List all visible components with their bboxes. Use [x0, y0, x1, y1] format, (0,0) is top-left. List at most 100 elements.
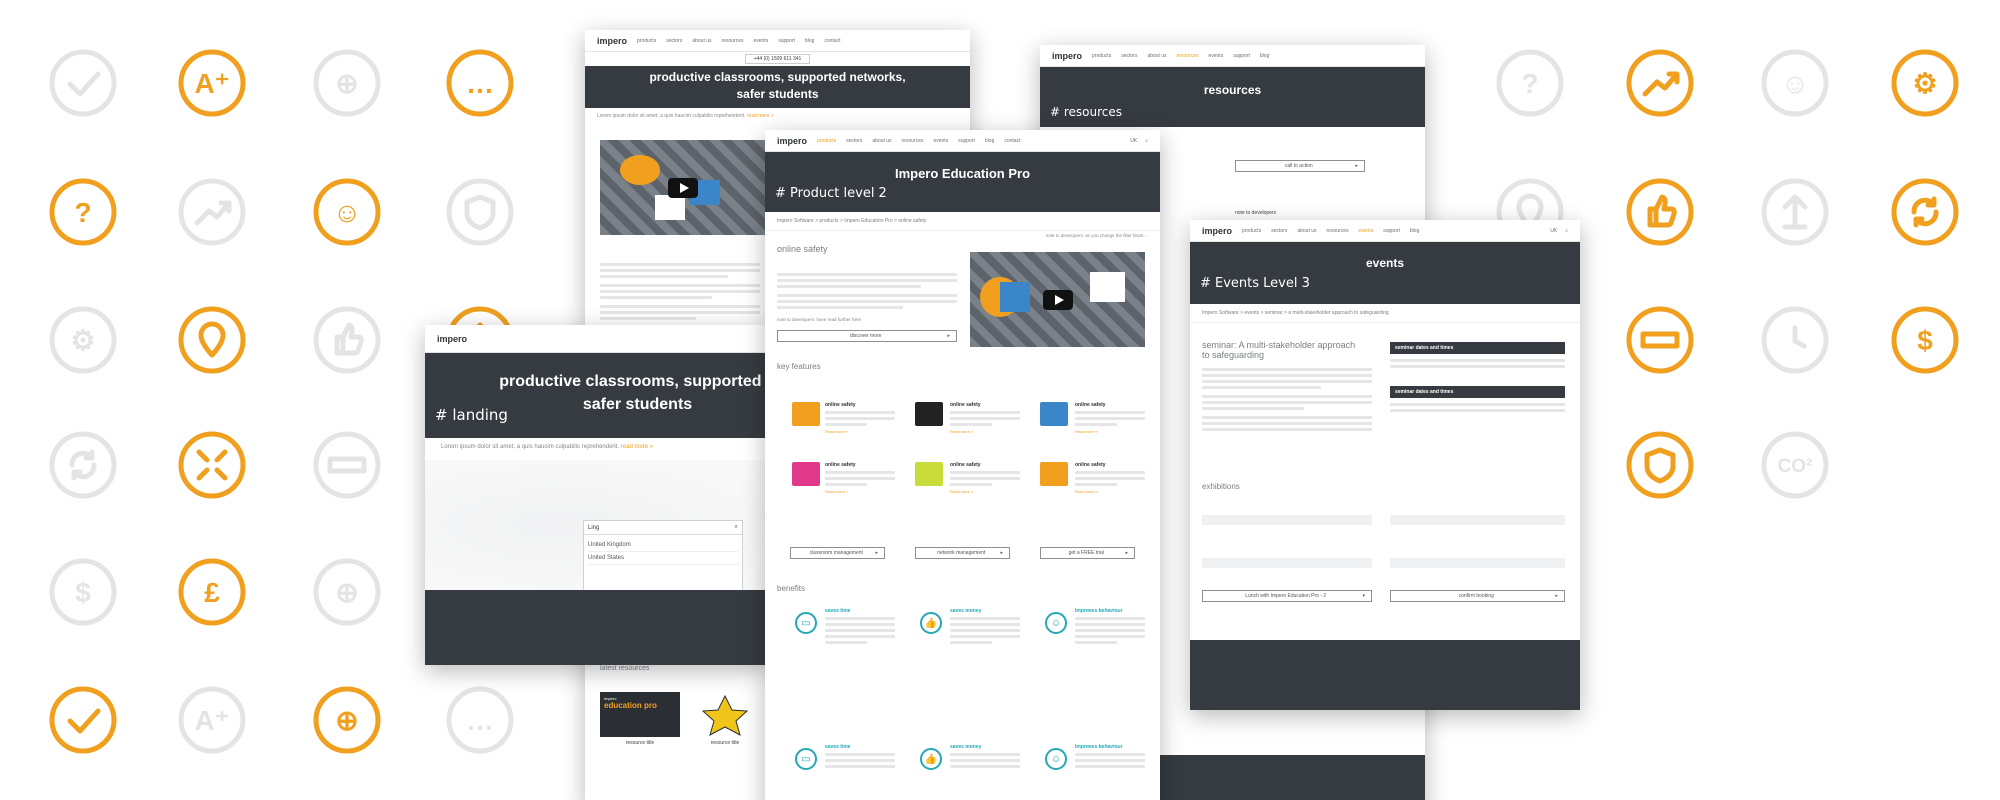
power-icon — [792, 462, 820, 486]
logo[interactable]: impero — [437, 334, 467, 344]
svg-text:$: $ — [1917, 325, 1933, 356]
video-thumbnail[interactable] — [600, 140, 765, 235]
confirm-booking-button[interactable]: confirm booking ▸ — [1390, 590, 1565, 602]
gear-icon: ⚙ — [1890, 48, 1960, 118]
resource-card-star[interactable] — [685, 692, 765, 737]
region-selector[interactable]: UK — [1550, 228, 1557, 234]
resource-card[interactable]: Impero education pro — [600, 692, 680, 737]
read-more-link[interactable]: Read more » — [1075, 429, 1145, 434]
nav-link-about[interactable]: about us — [692, 38, 711, 44]
nav-link-blog[interactable]: blog — [985, 138, 994, 144]
nav-link-events[interactable]: events — [753, 38, 768, 44]
dollar-icon: $ — [48, 557, 118, 627]
logo[interactable]: impero — [777, 136, 807, 146]
exhibition-field[interactable] — [1390, 515, 1565, 525]
nav-link-events[interactable]: events — [933, 138, 948, 144]
call-to-action-button[interactable]: call to action ▸ — [1235, 160, 1365, 172]
read-more-link[interactable]: Read more » — [825, 489, 895, 494]
play-icon[interactable] — [667, 177, 698, 198]
svg-text:$: $ — [75, 577, 91, 608]
question-icon: ? — [48, 177, 118, 247]
landing-mockup: impero productive classrooms, supported … — [425, 325, 770, 665]
nav-link-products[interactable]: products — [1242, 228, 1261, 234]
nav-link-about[interactable]: about us — [1147, 53, 1166, 59]
events-mockup: impero products sectors about us resourc… — [1190, 220, 1580, 710]
nav-link-sectors[interactable]: sectors — [1271, 228, 1287, 234]
search-icon[interactable]: ⌕ — [735, 524, 738, 531]
nav-link-products[interactable]: products — [1092, 53, 1111, 59]
read-more-link[interactable]: Read more » — [1075, 489, 1145, 494]
nav-link-sectors[interactable]: sectors — [1121, 53, 1137, 59]
nav-link-contact[interactable]: contact — [824, 38, 840, 44]
resource-title-2[interactable]: resource title — [685, 740, 765, 746]
dropdown-option-uk[interactable]: United Kingdom — [588, 539, 738, 552]
dropdown-option-us[interactable]: United States — [588, 552, 738, 565]
nav-link-sectors[interactable]: sectors — [666, 38, 682, 44]
nav-link-products[interactable]: products — [817, 138, 836, 144]
read-more-link[interactable]: Read more » — [950, 489, 1020, 494]
chat-icon: … — [445, 48, 515, 118]
hero-banner: resources # resources — [1040, 67, 1425, 127]
network-management-button[interactable]: network management ▸ — [915, 547, 1010, 559]
nav-link-support[interactable]: support — [1233, 53, 1250, 59]
nav-link-sectors[interactable]: sectors — [846, 138, 862, 144]
thumbs-up-icon: 👍 — [920, 748, 942, 770]
hero-banner: productive classrooms, supported network… — [585, 66, 970, 108]
arrows-collapse-icon — [177, 430, 247, 500]
nav-link-resources[interactable]: resources — [1177, 53, 1199, 59]
svg-text:☺: ☺ — [333, 197, 362, 228]
region-selector[interactable]: UK — [1130, 138, 1137, 144]
hero-banner: Impero Education Pro # Product level 2 — [765, 152, 1160, 212]
read-more-link[interactable]: read more » — [747, 113, 774, 119]
read-more-link[interactable]: Read more » — [825, 429, 895, 434]
search-icon[interactable]: ⌕ — [1145, 138, 1148, 144]
nav-link-resources[interactable]: resources — [1327, 228, 1349, 234]
read-more-link[interactable]: read more » — [621, 444, 653, 450]
key-features-heading: key features — [777, 362, 821, 371]
classroom-management-button[interactable]: classroom management ▸ — [790, 547, 885, 559]
phone-number[interactable]: +44 (0) 1509 611 341 — [744, 54, 811, 64]
svg-text:A⁺: A⁺ — [195, 705, 230, 736]
hero-title-line1: productive classrooms, supported network… — [649, 70, 906, 84]
nav-link-about[interactable]: about us — [1297, 228, 1316, 234]
thumbs-up-icon — [1625, 177, 1695, 247]
nav-link-resources[interactable]: resources — [902, 138, 924, 144]
nav-link-resources[interactable]: resources — [722, 38, 744, 44]
search-input[interactable]: Ling — [588, 525, 599, 531]
exhibition-field[interactable] — [1390, 558, 1565, 568]
nav-link-events[interactable]: events — [1208, 53, 1223, 59]
exhibition-field[interactable] — [1202, 515, 1372, 525]
nav-link-contact[interactable]: contact — [1004, 138, 1020, 144]
nav-link-about[interactable]: about us — [872, 138, 891, 144]
event-heading-line1: seminar: A multi-stakeholder approach — [1202, 340, 1356, 350]
chevron-right-icon: ▸ — [1000, 550, 1003, 556]
nav-link-events[interactable]: events — [1358, 228, 1373, 234]
video-thumbnail[interactable] — [970, 252, 1145, 347]
logo[interactable]: impero — [1202, 226, 1232, 236]
logo[interactable]: impero — [597, 36, 627, 46]
pound-icon: £ — [177, 557, 247, 627]
nav-link-support[interactable]: support — [958, 138, 975, 144]
logo[interactable]: impero — [1052, 51, 1082, 61]
play-icon[interactable] — [1042, 289, 1073, 310]
chevron-right-icon: ▸ — [1555, 593, 1558, 599]
exhibition-field[interactable] — [1202, 558, 1372, 568]
shield-icon — [445, 177, 515, 247]
search-icon[interactable]: ⌕ — [1565, 228, 1568, 234]
hero-title-line1: productive classrooms, supported n — [499, 373, 770, 390]
resource-title[interactable]: resource title — [600, 740, 680, 746]
nav-link-blog[interactable]: blog — [1410, 228, 1419, 234]
discover-more-button[interactable]: discover more ▸ — [777, 330, 957, 342]
free-trial-button[interactable]: get a FREE trial ▸ — [1040, 547, 1135, 559]
read-more-link[interactable]: Read more » — [950, 429, 1020, 434]
nav-link-products[interactable]: products — [637, 38, 656, 44]
nav-link-blog[interactable]: blog — [805, 38, 814, 44]
nav-link-blog[interactable]: blog — [1260, 53, 1269, 59]
svg-text:⚙: ⚙ — [1912, 68, 1937, 99]
sync-icon — [48, 430, 118, 500]
nav-link-support[interactable]: support — [778, 38, 795, 44]
card-brand: education pro — [604, 701, 657, 710]
nav-link-support[interactable]: support — [1383, 228, 1400, 234]
hero-title: Impero Education Pro — [894, 166, 1031, 181]
lunch-select[interactable]: Lunch with Impero Education Pro - 2 ▾ — [1202, 590, 1372, 602]
